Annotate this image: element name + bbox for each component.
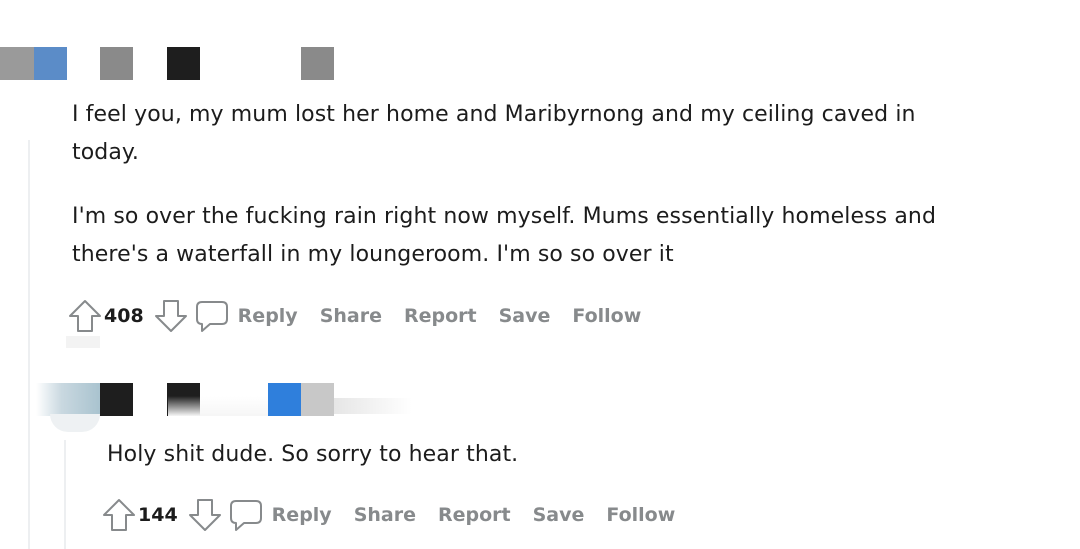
redacted-username: [100, 47, 133, 80]
redacted-avatar-circle: [50, 414, 100, 432]
reply-label: Reply: [237, 305, 298, 327]
report-button[interactable]: Report: [438, 504, 511, 526]
comment-1-paragraph-1-line-2: today.: [72, 140, 140, 165]
follow-button[interactable]: Follow: [606, 504, 675, 526]
save-button[interactable]: Save: [499, 305, 551, 327]
redacted-avatar-fade: [36, 383, 100, 416]
reply-button[interactable]: Reply: [194, 297, 308, 335]
follow-button[interactable]: Follow: [572, 305, 641, 327]
redacted-flair: [167, 47, 200, 80]
vote-count: 408: [104, 305, 144, 327]
comment-1-actions: 408 Reply Share Report Save Follow: [68, 296, 651, 336]
redacted-fragment: [66, 336, 100, 348]
comment-bubble-icon: [228, 496, 264, 534]
vote-count: 144: [138, 504, 178, 526]
thread-line-2[interactable]: [64, 440, 66, 549]
comment-bubble-icon: [194, 297, 230, 335]
save-button[interactable]: Save: [533, 504, 585, 526]
share-button[interactable]: Share: [354, 504, 416, 526]
report-button[interactable]: Report: [404, 305, 477, 327]
downvote-arrow-icon[interactable]: [154, 297, 188, 335]
comment-1-paragraph-2-line-2: there's a waterfall in my loungeroom. I'…: [72, 242, 674, 267]
upvote-arrow-icon[interactable]: [68, 297, 102, 335]
comment-2-actions: 144 Reply Share Report Save Follow: [102, 495, 685, 535]
thread-line-1[interactable]: [28, 140, 30, 549]
redacted-avatar: [0, 47, 34, 80]
redacted-timestamp-trail: [334, 398, 412, 414]
comment-1-paragraph-1-line-1: I feel you, my mum lost her home and Mar…: [72, 102, 916, 127]
comment-2-paragraph-1: Holy shit dude. So sorry to hear that.: [107, 442, 519, 467]
comment-1-paragraph-2-line-1: I'm so over the fucking rain right now m…: [72, 204, 937, 229]
redacted-username: [100, 383, 133, 416]
redacted-timestamp: [301, 47, 334, 80]
redacted-avatar-accent: [34, 47, 67, 80]
reply-label: Reply: [271, 504, 332, 526]
downvote-arrow-icon[interactable]: [188, 496, 222, 534]
redacted-badge: [268, 383, 301, 416]
share-button[interactable]: Share: [320, 305, 382, 327]
redacted-timestamp: [301, 383, 334, 416]
upvote-arrow-icon[interactable]: [102, 496, 136, 534]
comment-thread: I feel you, my mum lost her home and Mar…: [0, 0, 1080, 549]
reply-button[interactable]: Reply: [228, 496, 342, 534]
